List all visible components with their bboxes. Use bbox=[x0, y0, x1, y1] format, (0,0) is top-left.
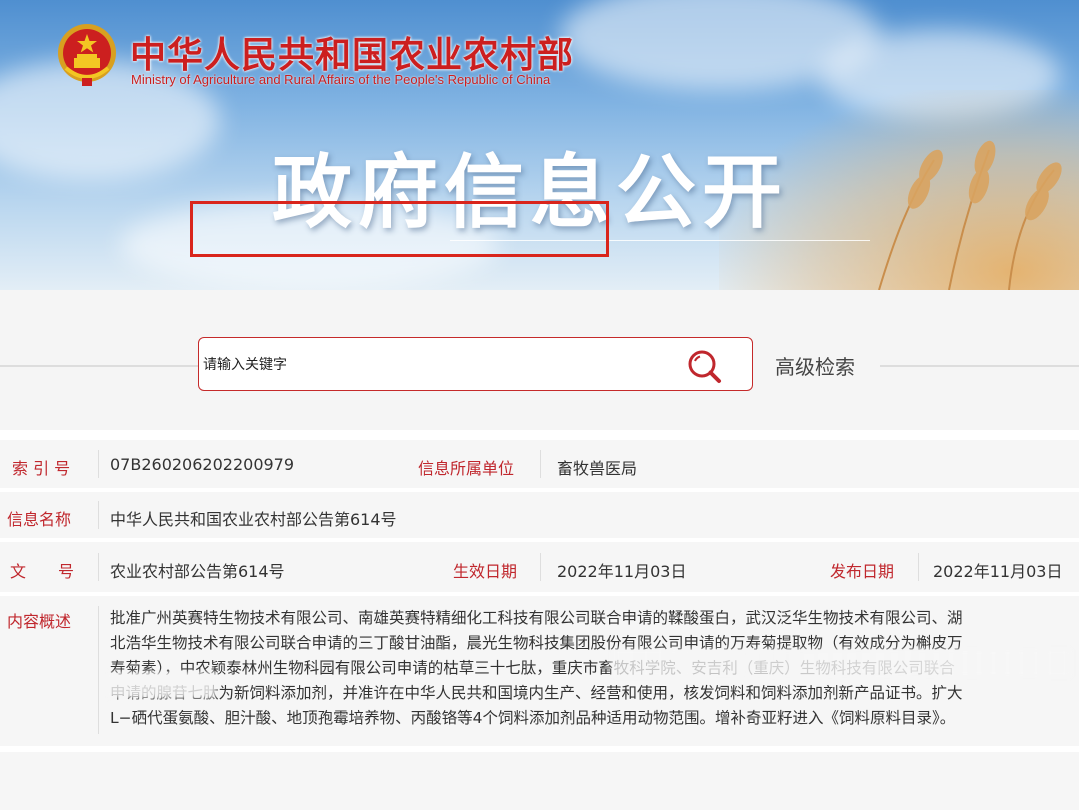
info-row-index: 索 引 号 07B260206202200979 信息所属单位 畜牧兽医局 bbox=[0, 440, 1079, 488]
search-divider-right bbox=[880, 365, 1079, 367]
info-row-docno: 文 号 农业农村部公告第614号 生效日期 2022年11月03日 发布日期 2… bbox=[0, 542, 1079, 592]
info-row-summary: 内容概述 批准广州英赛特生物技术有限公司、南雄英赛特精细化工科技有限公司联合申请… bbox=[0, 596, 1079, 746]
search-icon[interactable] bbox=[686, 348, 722, 384]
index-value: 07B260206202200979 bbox=[110, 455, 295, 474]
index-label: 索 引 号 bbox=[12, 459, 71, 478]
column-separator bbox=[98, 501, 99, 529]
name-value: 中华人民共和国农业农村部公告第614号 bbox=[110, 510, 397, 529]
summary-label: 内容概述 bbox=[7, 612, 72, 631]
search-box bbox=[198, 337, 753, 391]
search-section: 高级检索 bbox=[0, 290, 1079, 430]
column-separator bbox=[540, 450, 541, 478]
highlight-annotation-box bbox=[190, 201, 609, 257]
docno-value: 农业农村部公告第614号 bbox=[110, 562, 285, 581]
effective-date-value: 2022年11月03日 bbox=[557, 562, 687, 581]
wheat-decoration bbox=[878, 140, 1062, 290]
column-separator bbox=[98, 450, 99, 478]
bottom-section bbox=[0, 752, 1079, 810]
blurred-text-overlay bbox=[108, 672, 216, 698]
national-emblem-icon bbox=[58, 24, 116, 86]
name-label: 信息名称 bbox=[7, 510, 72, 529]
column-separator bbox=[918, 553, 919, 581]
column-separator bbox=[98, 553, 99, 581]
column-separator bbox=[540, 553, 541, 581]
column-separator bbox=[98, 606, 99, 734]
search-divider-left bbox=[0, 365, 198, 367]
blurred-text-overlay bbox=[612, 649, 1072, 677]
org-name-cn: 中华人民共和国农业农村部 bbox=[130, 34, 575, 76]
dept-value: 畜牧兽医局 bbox=[557, 459, 638, 478]
dept-label: 信息所属单位 bbox=[418, 459, 515, 478]
search-input[interactable] bbox=[201, 350, 665, 380]
effective-date-label: 生效日期 bbox=[453, 562, 518, 581]
publish-date-value: 2022年11月03日 bbox=[933, 562, 1063, 581]
publish-date-label: 发布日期 bbox=[830, 562, 895, 581]
org-name-en: Ministry of Agriculture and Rural Affair… bbox=[131, 72, 551, 87]
advanced-search-link[interactable]: 高级检索 bbox=[775, 351, 855, 380]
docno-label: 文 号 bbox=[10, 562, 75, 581]
info-row-name: 信息名称 中华人民共和国农业农村部公告第614号 bbox=[0, 492, 1079, 538]
